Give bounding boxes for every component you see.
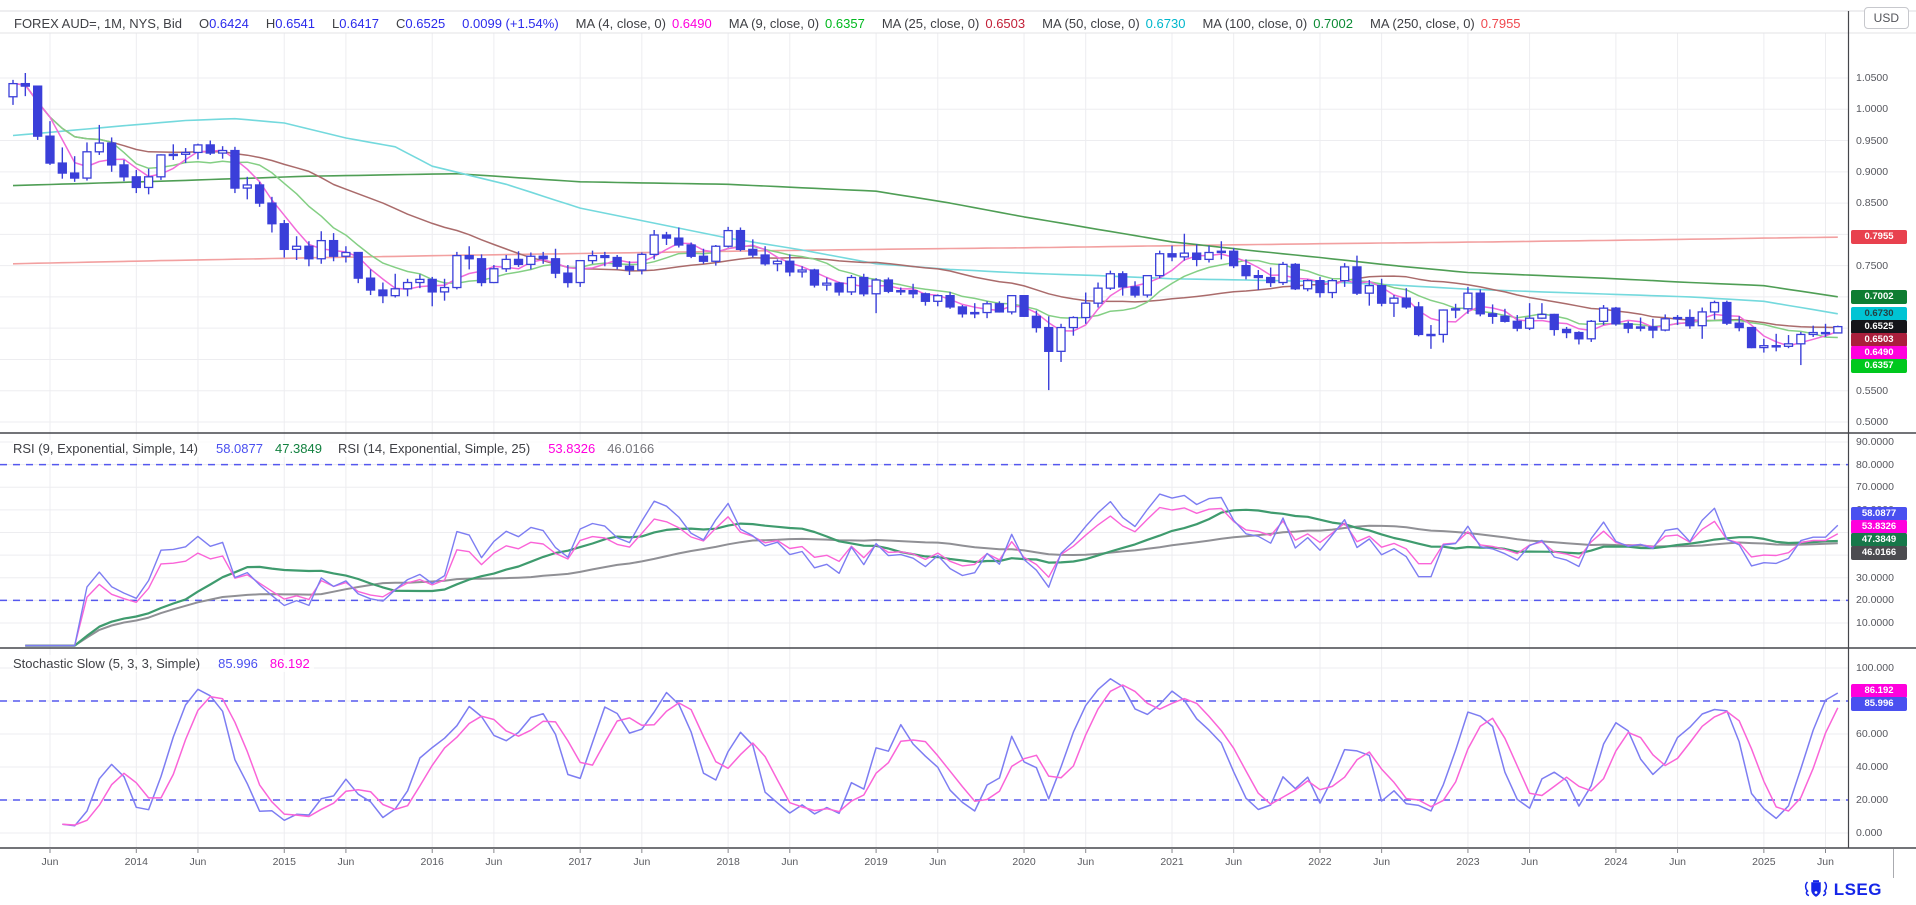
time-tick-label: Jun (176, 856, 220, 868)
time-tick-label: 2019 (854, 856, 898, 868)
y-axis-tick-label: 80.0000 (1856, 458, 1894, 472)
quote-o-value: O0.6424 (199, 16, 249, 31)
currency-usd-button[interactable]: USD (1864, 7, 1909, 29)
y-axis-tick-label: 30.0000 (1856, 571, 1894, 585)
y-axis-tick-label: 0.5500 (1856, 384, 1888, 398)
indicator-values: 85.99686.192 (218, 656, 310, 671)
chart-app: FOREX AUD=, 1M, NYS, Bid O0.6424 H0.6541 L… (0, 0, 1916, 905)
price-badge: 53.8326 (1851, 520, 1907, 534)
y-axis-tick-label: 90.0000 (1856, 435, 1894, 449)
rsi-legend[interactable]: RSI (9, Exponential, Simple, 14)58.08774… (13, 440, 658, 457)
y-axis-tick-label: 0.7500 (1856, 259, 1888, 273)
price-badge: 47.3849 (1851, 533, 1907, 547)
time-tick-label: Jun (768, 856, 812, 868)
price-axis[interactable]: 1.05001.00000.95000.90000.85000.80000.75… (1848, 0, 1916, 848)
time-axis[interactable]: Jun 2014 Jun 2015 Jun 2016 Jun 2017 Jun 2018 Jun 20… (0, 848, 1916, 882)
ma-legend-item[interactable]: MA (250, close, 0)0.7955 (1370, 16, 1521, 31)
time-tick-label: 2018 (706, 856, 750, 868)
quote-c-value: C0.6525 (396, 16, 445, 31)
time-tick-label: 2020 (1002, 856, 1046, 868)
price-badge: 0.6490 (1851, 346, 1907, 360)
quote-change: 0.0099 (+1.54%) (462, 16, 558, 31)
indicator-values: 53.832646.0166 (548, 441, 654, 456)
y-axis-tick-label: 40.000 (1856, 760, 1888, 774)
y-axis-tick-label: 1.0500 (1856, 71, 1888, 85)
y-axis-tick-label: 100.000 (1856, 661, 1894, 675)
quote-l-value: L0.6417 (332, 16, 379, 31)
time-tick-label: 2015 (262, 856, 306, 868)
y-axis-tick-label: 20.0000 (1856, 593, 1894, 607)
time-tick-label: 2023 (1446, 856, 1490, 868)
price-badge: 0.6525 (1851, 320, 1907, 334)
time-tick-label: 2016 (410, 856, 454, 868)
time-tick-label: Jun (1656, 856, 1700, 868)
quote-h-value: H0.6541 (266, 16, 315, 31)
time-tick-label: Jun (1508, 856, 1552, 868)
time-tick-label: Jun (1064, 856, 1108, 868)
ma-legend-item[interactable]: MA (25, close, 0)0.6503 (882, 16, 1025, 31)
lseg-crest-icon (1803, 879, 1829, 901)
time-tick-label: 2021 (1150, 856, 1194, 868)
time-tick-label: 2017 (558, 856, 602, 868)
stochastic-legend[interactable]: Stochastic Slow (5, 3, 3, Simple)85.9968… (13, 655, 314, 672)
y-axis-tick-label: 0.9000 (1856, 165, 1888, 179)
ma-legend-item[interactable]: MA (4, close, 0)0.6490 (576, 16, 712, 31)
y-axis-tick-label: 70.0000 (1856, 480, 1894, 494)
time-tick-label: Jun (620, 856, 664, 868)
y-axis-tick-label: 20.000 (1856, 793, 1888, 807)
y-axis-tick-label: 0.000 (1856, 826, 1882, 840)
lseg-logo: LSEG (1803, 879, 1882, 901)
time-tick-label: Jun (1360, 856, 1404, 868)
price-badge: 58.0877 (1851, 507, 1907, 521)
price-badge: 0.7002 (1851, 290, 1907, 304)
y-axis-tick-label: 60.000 (1856, 727, 1888, 741)
time-tick-label: 2025 (1742, 856, 1786, 868)
time-tick-label: 2024 (1594, 856, 1638, 868)
time-tick-label: Jun (28, 856, 72, 868)
time-tick-label: 2022 (1298, 856, 1342, 868)
ma-legend-item[interactable]: MA (50, close, 0)0.6730 (1042, 16, 1185, 31)
price-badge: 85.996 (1851, 697, 1907, 711)
y-axis-tick-label: 10.0000 (1856, 616, 1894, 630)
time-tick-label: 2014 (114, 856, 158, 868)
price-badge: 86.192 (1851, 684, 1907, 698)
price-badge: 0.6357 (1851, 359, 1907, 373)
y-axis-tick-label: 0.9500 (1856, 134, 1888, 148)
price-badge: 0.7955 (1851, 230, 1907, 244)
time-tick-label: Jun (916, 856, 960, 868)
time-tick-label: Jun (324, 856, 368, 868)
ma-legend-item[interactable]: MA (100, close, 0)0.7002 (1202, 16, 1353, 31)
indicator-values: 58.087747.3849 (216, 441, 322, 456)
instrument-label: FOREX AUD=, 1M, NYS, Bid (14, 16, 182, 31)
price-badge: 46.0166 (1851, 546, 1907, 560)
time-tick-label: Jun (472, 856, 516, 868)
y-axis-tick-label: 0.5000 (1856, 415, 1888, 429)
price-badge: 0.6503 (1851, 333, 1907, 347)
y-axis-tick-label: 0.8500 (1856, 196, 1888, 210)
y-axis-tick-label: 1.0000 (1856, 102, 1888, 116)
ma-legend-item[interactable]: MA (9, close, 0)0.6357 (729, 16, 865, 31)
chart-header-legend[interactable]: FOREX AUD=, 1M, NYS, Bid O0.6424 H0.6541 L… (14, 11, 1521, 35)
time-tick-label: Jun (1804, 856, 1848, 868)
lseg-logo-text: LSEG (1834, 880, 1882, 900)
time-tick-label: Jun (1212, 856, 1256, 868)
price-badge: 0.6730 (1851, 307, 1907, 321)
